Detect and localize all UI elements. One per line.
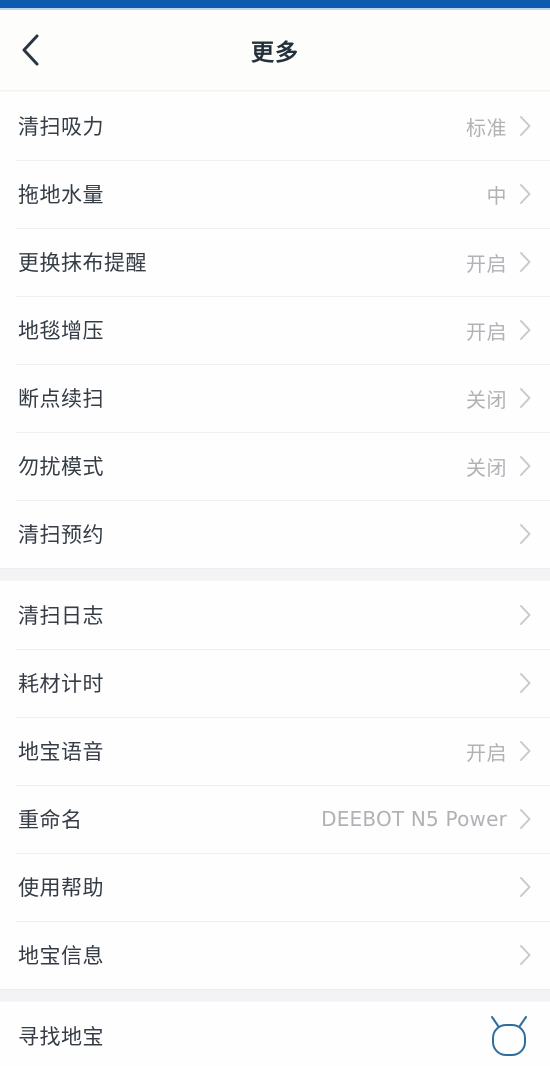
settings-row-value: 关闭 xyxy=(466,387,507,412)
settings-row[interactable]: 断点续扫 关闭 xyxy=(0,364,550,432)
settings-row[interactable]: 重命名 DEEBOT N5 Power xyxy=(0,785,550,853)
settings-row-label: 重命名 xyxy=(18,808,83,832)
chevron-right-icon xyxy=(519,944,532,966)
settings-row-label: 清扫日志 xyxy=(18,604,104,628)
settings-row-value: DEEBOT N5 Power xyxy=(321,807,507,831)
chevron-right-icon xyxy=(519,455,532,477)
chevron-right-icon xyxy=(519,183,532,205)
chevron-left-icon xyxy=(19,33,41,67)
chevron-right-icon xyxy=(519,115,532,137)
settings-row-right xyxy=(519,523,532,545)
settings-row-right: 开启 xyxy=(466,316,532,345)
chevron-right-icon xyxy=(519,523,532,545)
chevron-right-icon xyxy=(519,387,532,409)
chevron-right-icon xyxy=(519,740,532,762)
status-bar xyxy=(0,0,550,8)
settings-list: 清扫吸力 标准 拖地水量中更换抹布提醒 开启 地毯增压 开启 断点续扫 关闭 勿扰模式 关闭 清扫预… xyxy=(0,92,550,1066)
settings-row-right: 开启 xyxy=(466,248,532,277)
settings-row-right xyxy=(519,672,532,694)
settings-row[interactable]: 地宝语音 开启 xyxy=(0,717,550,785)
settings-row-right: 开启 xyxy=(466,737,532,766)
settings-row[interactable]: 清扫日志 xyxy=(0,581,550,649)
chevron-right-icon xyxy=(519,251,532,273)
group-separator xyxy=(0,989,550,1002)
more-settings-screen: 更多 清扫吸力 标准 拖地水量中更换抹布提醒 开启 地毯增压 开启 断点续扫 关闭 勿扰模式 关闭… xyxy=(0,0,550,1066)
settings-row[interactable]: 耗材计时 xyxy=(0,649,550,717)
settings-row[interactable]: 地毯增压 开启 xyxy=(0,296,550,364)
settings-row-label: 地宝信息 xyxy=(18,944,104,968)
settings-row[interactable]: 拖地水量 中 xyxy=(0,160,550,228)
settings-row-label: 使用帮助 xyxy=(18,876,104,900)
settings-row-label: 地毯增压 xyxy=(18,319,104,343)
settings-row[interactable]: 更换抹布提醒 开启 xyxy=(0,228,550,296)
settings-row[interactable]: 清扫吸力 标准 xyxy=(0,92,550,160)
settings-row-right: 关闭 xyxy=(466,452,532,481)
settings-row[interactable]: 使用帮助 xyxy=(0,853,550,921)
settings-row-label: 耗材计时 xyxy=(18,672,104,696)
settings-row-label: 寻找地宝 xyxy=(18,1025,104,1049)
settings-row-right: 中 xyxy=(487,180,533,209)
chevron-right-icon xyxy=(519,604,532,626)
chevron-right-icon xyxy=(519,672,532,694)
settings-row-value: 标准 xyxy=(466,115,507,140)
settings-row-value: 关闭 xyxy=(466,455,507,480)
settings-row[interactable]: 清扫预约 xyxy=(0,500,550,568)
settings-row-right xyxy=(519,944,532,966)
settings-row-right: 标准 xyxy=(466,112,532,141)
settings-group: 清扫吸力 标准 拖地水量中更换抹布提醒 开启 地毯增压 开启 断点续扫 关闭 勿扰模式 关闭 清扫预… xyxy=(0,92,550,568)
settings-row-label: 勿扰模式 xyxy=(18,455,104,479)
settings-row-right: 关闭 xyxy=(466,384,532,413)
settings-row-value: 开启 xyxy=(466,740,507,765)
settings-row-right xyxy=(519,604,532,626)
settings-row[interactable]: 地宝信息 xyxy=(0,921,550,989)
settings-row-label: 更换抹布提醒 xyxy=(18,251,147,275)
settings-row-label: 地宝语音 xyxy=(18,740,104,764)
chevron-right-icon xyxy=(519,808,532,830)
settings-group: 寻找地宝 xyxy=(0,1002,550,1066)
page-title: 更多 xyxy=(251,40,299,66)
settings-row[interactable]: 勿扰模式 关闭 xyxy=(0,432,550,500)
settings-row-value: 开启 xyxy=(466,251,507,276)
settings-row-right xyxy=(519,876,532,898)
back-button[interactable] xyxy=(8,28,52,72)
chevron-right-icon xyxy=(519,876,532,898)
settings-row-value: 中 xyxy=(486,183,507,208)
settings-row-label: 断点续扫 xyxy=(18,387,104,411)
chevron-right-icon xyxy=(519,319,532,341)
settings-row-label: 拖地水量 xyxy=(18,183,104,207)
app-header: 更多 xyxy=(0,10,550,90)
settings-row-value: 开启 xyxy=(466,319,507,344)
group-separator xyxy=(0,568,550,581)
settings-group: 清扫日志耗材计时地宝语音 开启重命名 DEEBOT N5 Power 使用帮助地宝信息 xyxy=(0,581,550,989)
robot-icon[interactable] xyxy=(486,1014,532,1058)
settings-row-label: 清扫吸力 xyxy=(18,115,104,139)
settings-row-right xyxy=(486,1014,532,1058)
settings-row-label: 清扫预约 xyxy=(18,523,104,547)
settings-row-right: DEEBOT N5 Power xyxy=(321,807,532,831)
settings-row[interactable]: 寻找地宝 xyxy=(0,1002,550,1066)
